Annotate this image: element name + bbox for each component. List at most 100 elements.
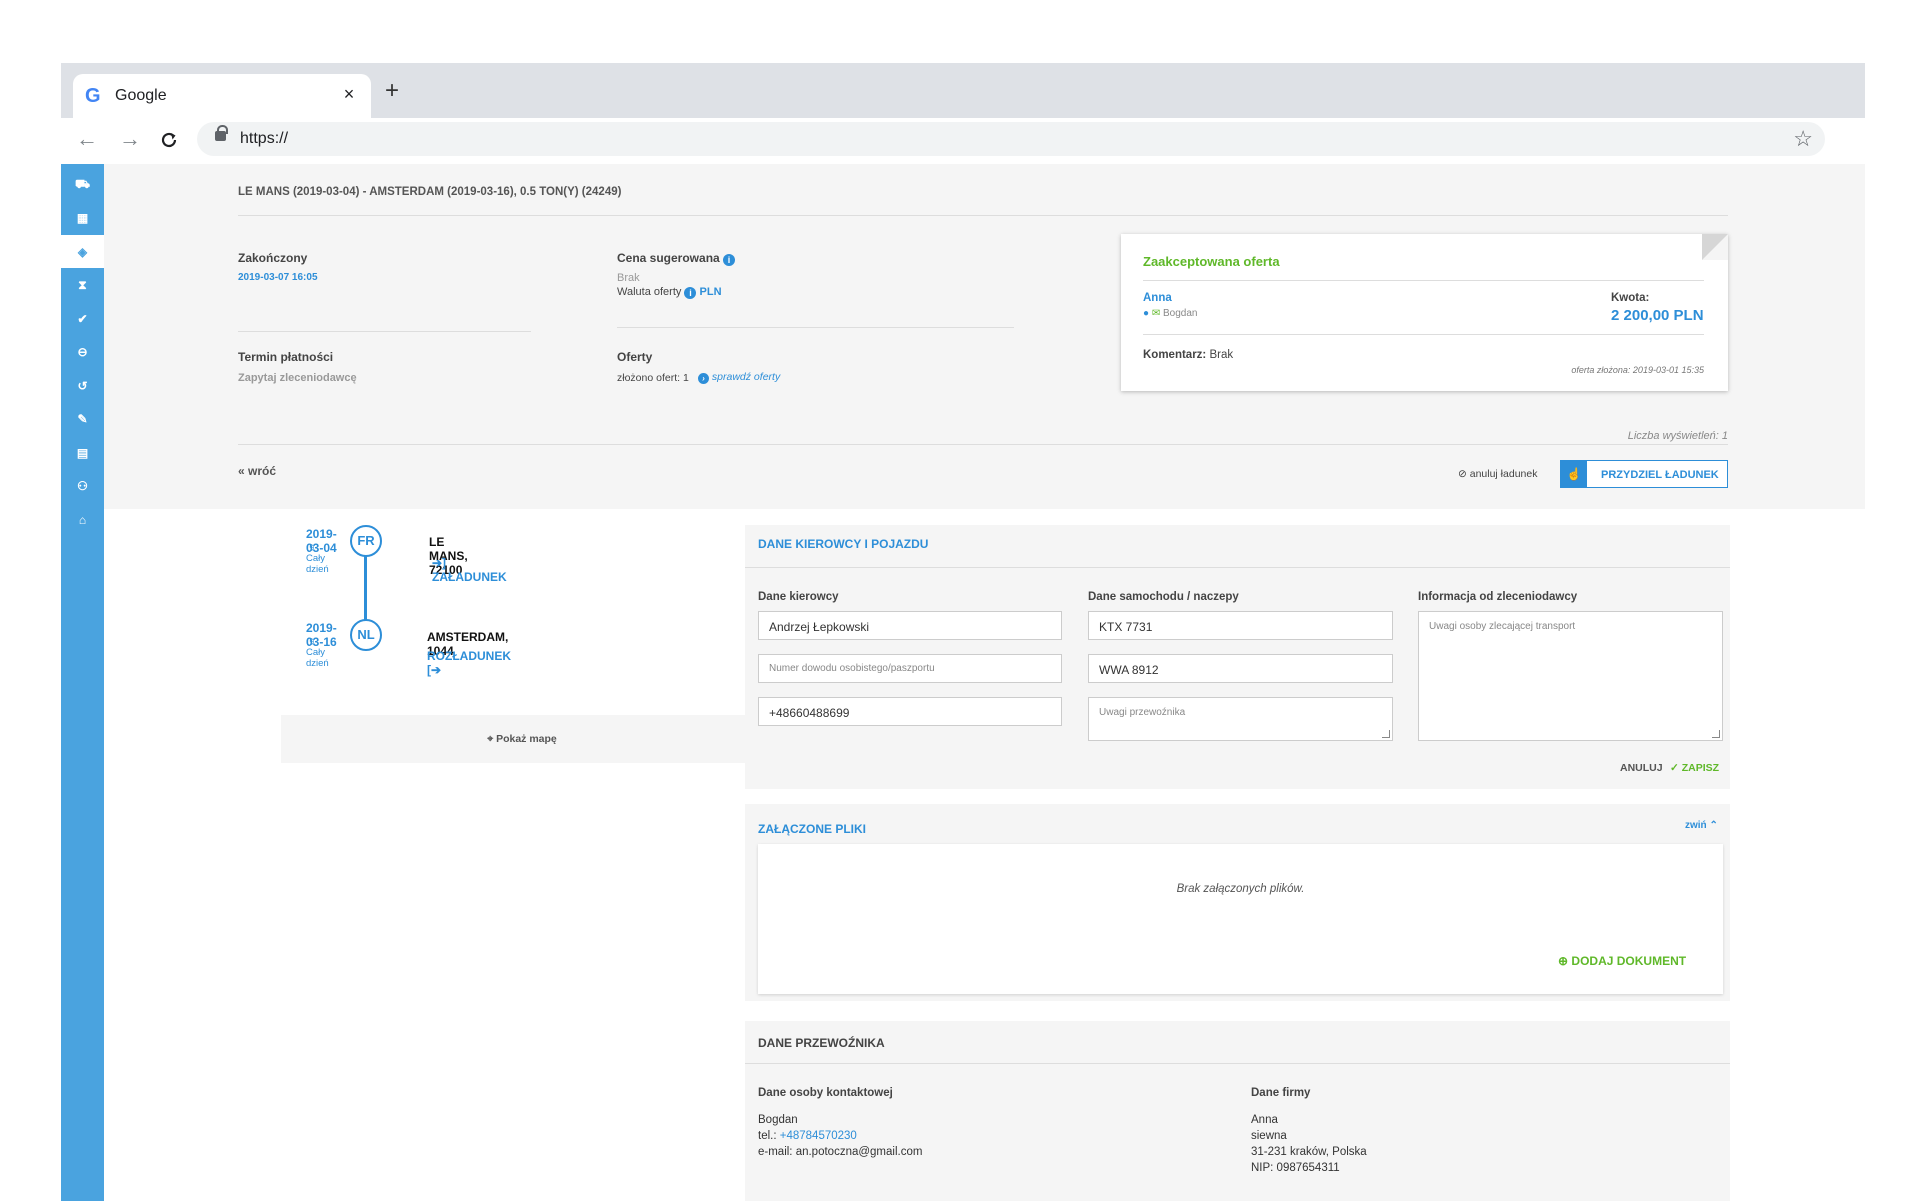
company-address: 31-231 kraków, Polska: [1251, 1146, 1367, 1158]
offers-count: złożono ofert: 1: [617, 372, 689, 384]
back-icon[interactable]: ←: [74, 126, 100, 152]
cube-icon[interactable]: ◈: [61, 235, 104, 268]
driver-panel: DANE KIEROWCY I POJAZDU Dane kierowcy An…: [745, 525, 1730, 789]
page: G Google × + ← → https:// ☆ ⛟ ▦ ◈ ⧗ ✔ ⊖ ↺ ✎ ▤ ⚇ ⌂ …: [0, 0, 1920, 1201]
reload-icon[interactable]: [159, 130, 179, 150]
warehouse-icon[interactable]: ▦: [61, 202, 104, 235]
google-logo-icon: G: [85, 85, 101, 107]
phone-field[interactable]: +48660488699: [758, 697, 1062, 726]
chevron-up-icon: ⌃: [1709, 820, 1718, 831]
info-icon: i: [723, 254, 736, 266]
panel-title: ZAŁĄCZONE PLIKI: [758, 822, 866, 836]
driver-label: Dane kierowcy: [758, 591, 839, 603]
unloading-label: ROZŁADUNEK [➔: [427, 649, 511, 677]
phone-link[interactable]: +48784570230: [780, 1130, 857, 1142]
country-badge: FR: [350, 525, 382, 557]
tab-title: Google: [115, 87, 167, 104]
offer-amount: 2 200,00 PLN: [1611, 307, 1704, 324]
truck-plate-field[interactable]: KTX 7731: [1088, 611, 1393, 640]
divider: [1143, 334, 1704, 335]
resize-handle[interactable]: [1712, 730, 1720, 738]
map-icon: ⌖: [487, 733, 494, 745]
bookmark-star-icon[interactable]: ☆: [1793, 126, 1813, 152]
contact-name: Bogdan: [758, 1114, 798, 1126]
currency-row: Waluta oferty i PLN: [617, 286, 722, 299]
client-info-textarea[interactable]: Uwagi osoby zlecającej transport: [1418, 611, 1723, 741]
accepted-offer-card: Zaakceptowana oferta Anna ● ✉ Bogdan Kwo…: [1121, 234, 1728, 391]
address-bar[interactable]: https:// ☆: [197, 122, 1825, 156]
collapse-link[interactable]: zwiń ⌃: [1685, 820, 1718, 831]
loading-label: ➔] ZAŁADUNEK: [432, 556, 507, 584]
save-button[interactable]: ✓ ZAPISZ: [1670, 762, 1719, 774]
new-tab-icon[interactable]: +: [385, 79, 399, 103]
close-tab-icon[interactable]: ×: [339, 84, 359, 105]
offers-label: Oferty: [617, 350, 653, 364]
cancel-button[interactable]: ANULUJ: [1620, 762, 1663, 774]
users-icon[interactable]: ⚇: [61, 470, 104, 503]
status-label: Zakończony: [238, 251, 308, 265]
browser-tab[interactable]: G Google ×: [73, 74, 371, 118]
hourglass-icon[interactable]: ⧗: [61, 269, 104, 302]
cancel-load-link[interactable]: ⊘ anuluj ładunek: [1458, 468, 1537, 480]
amount-label: Kwota:: [1611, 292, 1650, 304]
card-corner: [1702, 234, 1728, 260]
check-icon: ✓: [1670, 762, 1679, 774]
ban-icon: ⊘: [1458, 468, 1467, 480]
comment-row: Komentarz: Brak: [1143, 349, 1234, 361]
status-date: 2019-03-07 16:05: [238, 272, 318, 283]
divider: [238, 215, 1728, 216]
envelope-icon[interactable]: ✉: [1152, 308, 1160, 319]
company-label: Dane firmy: [1251, 1087, 1311, 1099]
payment-label: Termin płatności: [238, 350, 334, 364]
check-circle-icon[interactable]: ✔: [61, 302, 104, 335]
assign-load-button[interactable]: ☝ PRZYDZIEL ŁADUNEK: [1560, 460, 1728, 488]
contact-label: Dane osoby kontaktowej: [758, 1087, 893, 1099]
views-count: Liczba wyświetleń: 1: [1627, 430, 1728, 442]
clipboard-icon[interactable]: ▤: [61, 436, 104, 469]
browser-toolbar: ← → https:// ☆: [61, 118, 1865, 162]
panel-title: DANE PRZEWOŹNIKA: [758, 1036, 885, 1050]
divider: [238, 444, 1728, 445]
check-offers-link[interactable]: › sprawdź oferty: [698, 371, 780, 384]
stop-time: ◷ Cały dzień: [306, 542, 329, 575]
browser-window: G Google × + ← → https:// ☆ ⛟ ▦ ◈ ⧗ ✔ ⊖ ↺ ✎ ▤ ⚇ ⌂ …: [61, 63, 1865, 1201]
vehicle-label: Dane samochodu / naczepy: [1088, 591, 1239, 603]
trailer-plate-field[interactable]: WWA 8912: [1088, 654, 1393, 683]
lock-icon: [215, 125, 228, 141]
company-details: Anna siewna 31-231 kraków, Polska NIP: 0…: [1251, 1112, 1367, 1176]
minus-circle-icon[interactable]: ⊖: [61, 336, 104, 369]
tab-strip: G Google × +: [61, 63, 1865, 118]
company-street: siewna: [1251, 1130, 1287, 1142]
url-text: https://: [240, 130, 289, 147]
add-document-button[interactable]: ⊕ DODAJ DOKUMENT: [1558, 954, 1686, 968]
order-summary: LE MANS (2019-03-04) - AMSTERDAM (2019-0…: [104, 164, 1865, 509]
forward-icon[interactable]: →: [117, 126, 143, 152]
contact-email: e-mail: an.potoczna@gmail.com: [758, 1146, 923, 1158]
truck-icon[interactable]: ⛟: [61, 168, 104, 201]
sidebar: ⛟ ▦ ◈ ⧗ ✔ ⊖ ↺ ✎ ▤ ⚇ ⌂: [61, 164, 104, 1201]
back-link[interactable]: « wróć: [238, 464, 276, 478]
divider: [745, 567, 1730, 568]
undo-icon[interactable]: ↺: [61, 369, 104, 402]
arrow-circle-icon: ›: [698, 373, 709, 384]
id-number-field[interactable]: Numer dowodu osobistego/paszportu: [758, 654, 1062, 683]
payment-value: Zapytaj zleceniodawcę: [238, 372, 357, 384]
no-files-text: Brak załączonych plików.: [1176, 883, 1305, 895]
app: ⛟ ▦ ◈ ⧗ ✔ ⊖ ↺ ✎ ▤ ⚇ ⌂ LE MANS (2019-03-04) - AMSTE…: [61, 164, 1865, 1201]
contact-phone-row: tel.: +48784570230: [758, 1130, 857, 1142]
client-info-label: Informacja od zleceniodawcy: [1418, 591, 1578, 603]
plus-circle-icon: ⊕: [1558, 954, 1569, 968]
carrier-notes-textarea[interactable]: Uwagi przewoźnika: [1088, 697, 1393, 741]
offer-company-link[interactable]: Anna: [1143, 292, 1172, 304]
driver-name-field[interactable]: Andrzej Łepkowski: [758, 611, 1062, 640]
divider: [617, 327, 1014, 328]
suggested-price-value: Brak: [617, 272, 640, 284]
carrier-panel: DANE PRZEWOŹNIKA Dane osoby kontaktowej …: [745, 1021, 1730, 1201]
show-map-button[interactable]: ⌖ Pokaż mapę: [281, 715, 763, 763]
sign-out-icon: [➔: [427, 663, 442, 677]
contact-details: Bogdan tel.: +48784570230 e-mail: an.pot…: [758, 1112, 922, 1160]
home-icon[interactable]: ⌂: [61, 503, 104, 536]
resize-handle[interactable]: [1382, 730, 1390, 738]
divider: [745, 1063, 1730, 1064]
edit-icon[interactable]: ✎: [61, 403, 104, 436]
